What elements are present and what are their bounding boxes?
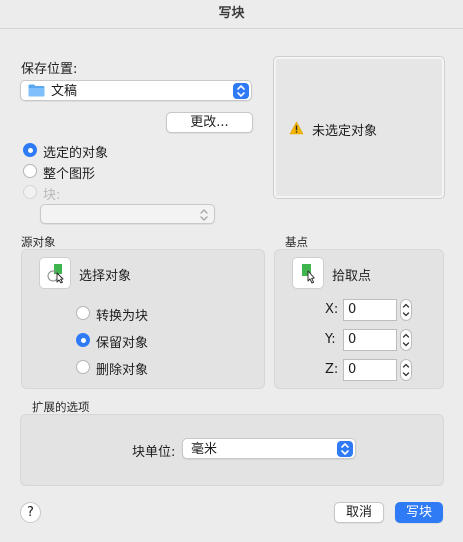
block-unit-popup[interactable]: 毫米 <box>182 438 356 459</box>
radio-selected-objects[interactable] <box>23 143 37 157</box>
z-stepper[interactable] <box>400 359 412 381</box>
x-field[interactable]: 0 <box>343 299 397 321</box>
preview-message: 未选定对象 <box>312 124 378 139</box>
change-button[interactable]: 更改... <box>166 112 253 133</box>
save-location-label: 保存位置: <box>21 62 78 77</box>
x-stepper[interactable] <box>400 299 412 321</box>
title-divider <box>0 28 463 29</box>
radio-retain-objects[interactable] <box>76 333 90 347</box>
warning-icon <box>289 121 304 135</box>
z-field[interactable]: 0 <box>343 359 397 381</box>
y-stepper[interactable] <box>400 329 412 351</box>
radio-entire-drawing[interactable] <box>23 164 37 178</box>
block-unit-value: 毫米 <box>191 442 218 457</box>
radio-retain-objects-label[interactable]: 保留对象 <box>96 332 148 351</box>
z-label: Z: <box>325 362 339 377</box>
radio-delete-objects[interactable] <box>76 360 90 374</box>
y-label: Y: <box>325 332 336 347</box>
chevron-updown-icon <box>233 83 249 99</box>
select-objects-label[interactable]: 选择对象 <box>79 265 131 284</box>
dialog-title: 写块 <box>218 6 245 21</box>
extended-options-label: 扩展的选项 <box>32 400 90 414</box>
chevron-updown-icon <box>337 441 353 457</box>
cancel-button[interactable]: 取消 <box>334 502 384 523</box>
write-block-button[interactable]: 写块 <box>395 502 443 523</box>
preview-area: 未选定对象 <box>273 56 445 199</box>
radio-entire-drawing-label[interactable]: 整个图形 <box>43 163 95 182</box>
select-objects-button[interactable] <box>39 257 71 289</box>
save-location-popup[interactable]: 文稿 <box>20 80 252 101</box>
chevron-updown-icon <box>196 207 212 223</box>
pick-point-icon <box>300 263 318 284</box>
radio-selected-objects-label[interactable]: 选定的对象 <box>43 142 108 161</box>
radio-convert-to-block-label[interactable]: 转换为块 <box>96 305 148 324</box>
select-objects-icon <box>46 263 66 284</box>
y-field[interactable]: 0 <box>343 329 397 351</box>
block-select <box>40 204 215 224</box>
block-unit-label: 块单位: <box>132 445 176 460</box>
base-point-label: 基点 <box>285 235 308 249</box>
folder-icon <box>28 84 45 97</box>
radio-delete-objects-label[interactable]: 删除对象 <box>96 359 148 378</box>
help-button[interactable]: ? <box>20 502 41 523</box>
source-objects-label: 源对象 <box>21 235 56 249</box>
radio-convert-to-block[interactable] <box>76 306 90 320</box>
x-label: X: <box>325 302 339 317</box>
save-location-value: 文稿 <box>51 84 78 99</box>
pick-point-button[interactable] <box>292 257 324 289</box>
radio-block <box>23 185 37 199</box>
pick-point-label[interactable]: 拾取点 <box>332 265 371 284</box>
radio-block-label: 块: <box>43 188 61 203</box>
